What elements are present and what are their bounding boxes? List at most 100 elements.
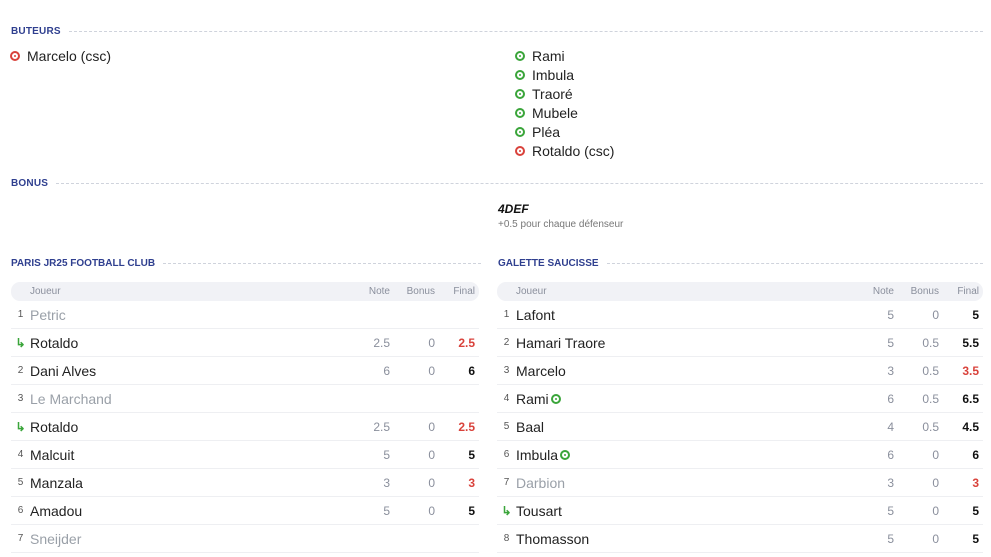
player-final: 5 [468,447,475,462]
player-final: 6 [972,447,979,462]
player-number: 4 [503,393,510,404]
player-row[interactable]: 1 Lafont 5 0 5 [497,301,983,329]
player-name-cell: Malcuit [30,447,350,463]
player-final: 2.5 [458,335,475,350]
player-number: 8 [503,533,510,544]
player-final: 5.5 [962,335,979,350]
away-lineup-table: Joueur Note Bonus Final 1 Lafont 5 0 5 2 Hamar… [497,282,983,553]
player-note: 6 [887,447,894,462]
away-team-name: GALETTE SAUCISSE [498,257,599,269]
divider [56,182,983,184]
player-final: 5 [972,503,979,518]
player-bonus: 0 [932,503,939,518]
player-row[interactable]: 1 Petric [11,301,479,329]
away-bonus-description: +0.5 pour chaque défenseur [498,219,624,230]
away-team-header: GALETTE SAUCISSE [498,256,983,270]
scorer-name: Mubele [532,104,578,121]
player-number: 1 [503,309,510,320]
player-row[interactable]: 6 Amadou 5 0 5 [11,497,479,525]
away-rows: 1 Lafont 5 0 5 2 Hamari Traore 5 0.5 5.5 3 Marcelo 3… [497,301,983,553]
player-row[interactable]: ↳ Rotaldo 2.5 0 2.5 [11,413,479,441]
player-bonus: 0 [932,447,939,462]
scorer-name: Rotaldo (csc) [532,142,615,159]
player-row[interactable]: 4 Malcuit 5 0 5 [11,441,479,469]
column-player: Joueur [30,286,61,297]
own-goal-ball-icon [515,145,525,156]
player-bonus: 0 [428,475,435,490]
player-bonus: 0 [932,531,939,546]
player-name: Thomasson [516,530,590,547]
player-row[interactable]: ↳ Tousart 5 0 5 [497,497,983,525]
player-name: Le Marchand [30,390,112,407]
player-note: 5 [887,307,894,322]
player-final: 5 [468,503,475,518]
substitution-icon: ↳ [15,419,26,434]
player-note: 5 [887,503,894,518]
player-name: Marcelo [516,362,566,379]
player-number: 4 [17,449,24,460]
player-name-cell: Marcelo [516,363,854,379]
player-name-cell: Baal [516,419,854,435]
player-name-cell: Petric [30,307,350,323]
column-player: Joueur [516,286,547,297]
goal-ball-icon [550,393,561,404]
player-name-cell: Hamari Traore [516,335,854,351]
own-goal-ball-icon [10,50,20,61]
player-name: Hamari Traore [516,334,606,351]
player-bonus: 0 [428,363,435,378]
column-bonus: Bonus [406,286,435,297]
home-rows: 1 Petric ↳ Rotaldo 2.5 0 2.5 2 Dani Alves 6 0 6 3 Le … [11,301,479,553]
player-row[interactable]: 6 Imbula 6 0 6 [497,441,983,469]
player-final: 3 [468,475,475,490]
player-row[interactable]: 5 Baal 4 0.5 4.5 [497,413,983,441]
bonus-label: BONUS [11,177,49,189]
player-name: Malcuit [30,446,75,463]
player-bonus: 0 [932,307,939,322]
scorer-item: Rotaldo (csc) [515,141,614,160]
scorer-item: Mubele [515,103,578,122]
player-name-cell: Rotaldo [30,419,350,435]
scorer-name: Rami [532,47,565,64]
player-row[interactable]: 8 Thomasson 5 0 5 [497,525,983,553]
player-row[interactable]: 3 Le Marchand [11,385,479,413]
player-number: 7 [17,533,24,544]
scorer-name: Pléa [532,123,561,140]
player-name: Imbula [516,446,559,463]
home-team-header: PARIS JR25 FOOTBALL CLUB [11,256,481,270]
player-row[interactable]: 2 Hamari Traore 5 0.5 5.5 [497,329,983,357]
player-name-cell: Manzala [30,475,350,491]
player-name-cell: Amadou [30,503,350,519]
player-row[interactable]: 7 Darbion 3 0 3 [497,469,983,497]
substitution-icon: ↳ [501,503,512,518]
player-name-cell: Rotaldo [30,335,350,351]
player-number: 6 [17,505,24,516]
player-final: 2.5 [458,419,475,434]
scorer-name: Marcelo (csc) [27,47,112,64]
player-name-cell: Rami [516,391,854,407]
player-name-cell: Tousart [516,503,854,519]
player-name-cell: Thomasson [516,531,854,547]
player-row[interactable]: 5 Manzala 3 0 3 [11,469,479,497]
player-row[interactable]: 2 Dani Alves 6 0 6 [11,357,479,385]
player-bonus: 0 [428,447,435,462]
player-note: 5 [887,335,894,350]
scorer-item: Marcelo (csc) [10,46,111,65]
home-team-name: PARIS JR25 FOOTBALL CLUB [11,257,156,269]
player-name: Lafont [516,306,555,323]
player-row[interactable]: ↳ Rotaldo 2.5 0 2.5 [11,329,479,357]
player-row[interactable]: 3 Marcelo 3 0.5 3.5 [497,357,983,385]
scorer-name: Imbula [532,66,575,83]
player-name: Rami [516,390,549,407]
player-row[interactable]: 4 Rami 6 0.5 6.5 [497,385,983,413]
player-name: Baal [516,418,545,435]
player-final: 6 [468,363,475,378]
player-final: 4.5 [962,419,979,434]
bonus-header: BONUS [11,176,983,190]
player-number: 3 [17,393,24,404]
player-row[interactable]: 7 Sneijder [11,525,479,553]
player-note: 2.5 [373,335,390,350]
player-name-cell: Le Marchand [30,391,350,407]
player-bonus: 0.5 [922,335,939,350]
player-bonus: 0 [428,503,435,518]
player-number: 2 [17,365,24,376]
